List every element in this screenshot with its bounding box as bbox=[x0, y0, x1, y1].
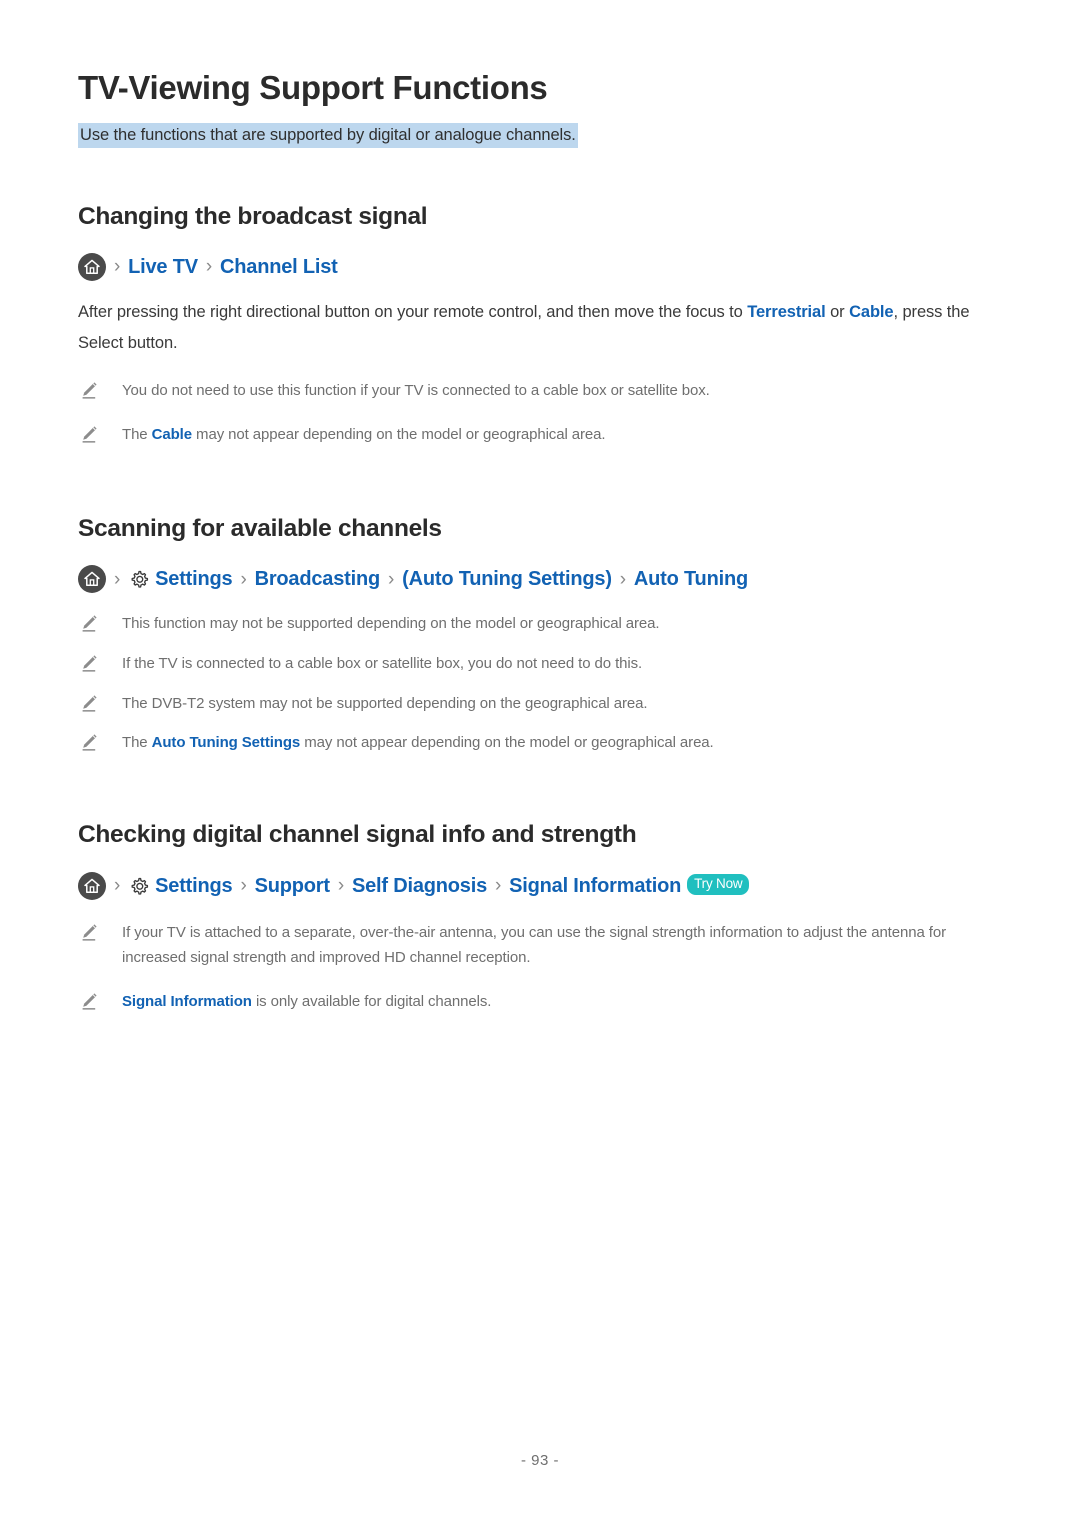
notes-list: This function may not be supported depen… bbox=[78, 611, 1002, 756]
breadcrumb: › Settings › Support › Self Diagnosis › … bbox=[78, 871, 1002, 900]
section-checking-signal-info: Checking digital channel signal info and… bbox=[78, 820, 1002, 1015]
breadcrumb-item-channel-list[interactable]: Channel List bbox=[220, 257, 338, 277]
note-inline-link-auto-tuning-settings[interactable]: Auto Tuning Settings bbox=[152, 734, 301, 751]
section-changing-broadcast-signal: Changing the broadcast signal › Live TV … bbox=[78, 202, 1002, 448]
notes-list: If your TV is attached to a separate, ov… bbox=[78, 920, 1002, 1015]
note-text-part1: This function may not be supported depen… bbox=[122, 615, 660, 632]
gear-icon[interactable] bbox=[128, 569, 150, 591]
breadcrumb-item-live-tv[interactable]: Live TV bbox=[128, 257, 198, 277]
breadcrumb-separator: › bbox=[114, 256, 121, 278]
pencil-icon bbox=[78, 379, 100, 401]
notes-list: You do not need to use this function if … bbox=[78, 378, 1002, 448]
note-item: Signal Information is only available for… bbox=[78, 989, 1002, 1015]
breadcrumb-separator: › bbox=[240, 875, 247, 897]
note-item: If the TV is connected to a cable box or… bbox=[78, 651, 1002, 677]
note-item: You do not need to use this function if … bbox=[78, 378, 1002, 404]
section-heading: Scanning for available channels bbox=[78, 514, 442, 542]
breadcrumb-separator: › bbox=[240, 568, 247, 590]
page-subtitle: Use the functions that are supported by … bbox=[78, 122, 578, 148]
page-subtitle-container: Use the functions that are supported by … bbox=[78, 122, 1002, 148]
note-item: The DVB-T2 system may not be supported d… bbox=[78, 691, 1002, 717]
breadcrumb-item-settings[interactable]: Settings bbox=[155, 876, 232, 896]
breadcrumb-item-signal-information[interactable]: Signal Information bbox=[509, 876, 681, 896]
pencil-icon bbox=[78, 612, 100, 634]
note-inline-link-cable[interactable]: Cable bbox=[152, 426, 192, 443]
pencil-icon bbox=[78, 990, 100, 1012]
note-item: The Auto Tuning Settings may not appear … bbox=[78, 730, 1002, 756]
note-text: You do not need to use this function if … bbox=[122, 378, 710, 404]
pencil-icon bbox=[78, 731, 100, 753]
try-now-badge[interactable]: Try Now bbox=[687, 874, 750, 895]
note-text-part1: If the TV is connected to a cable box or… bbox=[122, 654, 643, 672]
note-text-part2: is only available for digital channels. bbox=[251, 993, 492, 1011]
breadcrumb: › Live TV › Channel List bbox=[78, 252, 1002, 281]
note-item: This function may not be supported depen… bbox=[78, 611, 1002, 637]
note-text: If your TV is attached to a separate, ov… bbox=[122, 920, 1002, 972]
gear-icon[interactable] bbox=[128, 876, 150, 898]
pencil-icon bbox=[78, 921, 100, 943]
breadcrumb-item-auto-tuning[interactable]: Auto Tuning bbox=[634, 569, 748, 589]
pencil-icon bbox=[78, 652, 100, 674]
breadcrumb-item-support[interactable]: Support bbox=[255, 876, 330, 896]
breadcrumb-separator: › bbox=[495, 875, 502, 897]
paragraph-text-part1: After pressing the right directional but… bbox=[78, 302, 748, 321]
note-text-part1: The bbox=[122, 425, 152, 443]
breadcrumb-separator: › bbox=[205, 256, 213, 278]
breadcrumb-separator: › bbox=[387, 568, 395, 590]
note-text: The Auto Tuning Settings may not appear … bbox=[122, 730, 714, 756]
page-number: - 93 - bbox=[520, 1452, 559, 1469]
note-item: The Cable may not appear depending on th… bbox=[78, 422, 1002, 448]
breadcrumb-separator: › bbox=[337, 875, 344, 897]
note-item: If your TV is attached to a separate, ov… bbox=[78, 920, 1002, 972]
breadcrumb-separator: › bbox=[114, 568, 121, 590]
home-icon[interactable] bbox=[78, 252, 106, 281]
note-text-part1: If your TV is attached to a separate, ov… bbox=[122, 923, 946, 967]
note-text-part1: The bbox=[122, 734, 152, 752]
note-text: The Cable may not appear depending on th… bbox=[122, 422, 606, 448]
note-text-part1: You do not need to use this function if … bbox=[122, 382, 710, 400]
breadcrumb-separator: › bbox=[619, 568, 626, 590]
document-page: TV-Viewing Support Functions Use the fun… bbox=[0, 0, 1080, 1527]
inline-link-terrestrial[interactable]: Terrestrial bbox=[747, 303, 825, 321]
home-icon[interactable] bbox=[78, 871, 106, 900]
section-heading: Checking digital channel signal info and… bbox=[78, 821, 637, 849]
section-scanning-available-channels: Scanning for available channels › Settin… bbox=[78, 514, 1002, 757]
inline-link-cable[interactable]: Cable bbox=[849, 303, 894, 321]
note-text-part2: may not appear depending on the model or… bbox=[191, 425, 606, 443]
paragraph-text-part2: or bbox=[825, 302, 850, 321]
page-title: TV-Viewing Support Functions bbox=[78, 69, 548, 106]
section-paragraph: After pressing the right directional but… bbox=[78, 297, 1002, 358]
breadcrumb-item-broadcasting[interactable]: Broadcasting bbox=[255, 569, 381, 589]
note-text: The DVB-T2 system may not be supported d… bbox=[122, 691, 648, 717]
note-text: This function may not be supported depen… bbox=[122, 611, 660, 637]
breadcrumb-item-settings[interactable]: Settings bbox=[155, 569, 232, 589]
home-icon[interactable] bbox=[78, 565, 106, 593]
breadcrumb-item-self-diagnosis[interactable]: Self Diagnosis bbox=[352, 876, 487, 896]
section-heading: Changing the broadcast signal bbox=[78, 202, 428, 230]
note-text-part2: may not appear depending on the model or… bbox=[300, 734, 714, 752]
note-text-part1: The DVB-T2 system may not be supported d… bbox=[122, 694, 648, 712]
breadcrumb-item-auto-tuning-settings[interactable]: Auto Tuning Settings bbox=[409, 569, 606, 589]
note-text: Signal Information is only available for… bbox=[122, 989, 491, 1015]
breadcrumb: › Settings › Broadcasting › (Auto Tuning… bbox=[78, 565, 1002, 593]
pencil-icon bbox=[78, 692, 100, 714]
note-inline-link-signal-information[interactable]: Signal Information bbox=[122, 993, 252, 1010]
breadcrumb-separator: › bbox=[114, 875, 121, 897]
breadcrumb-paren-close: ) bbox=[605, 568, 612, 590]
pencil-icon bbox=[78, 423, 100, 445]
note-text: If the TV is connected to a cable box or… bbox=[122, 651, 642, 677]
